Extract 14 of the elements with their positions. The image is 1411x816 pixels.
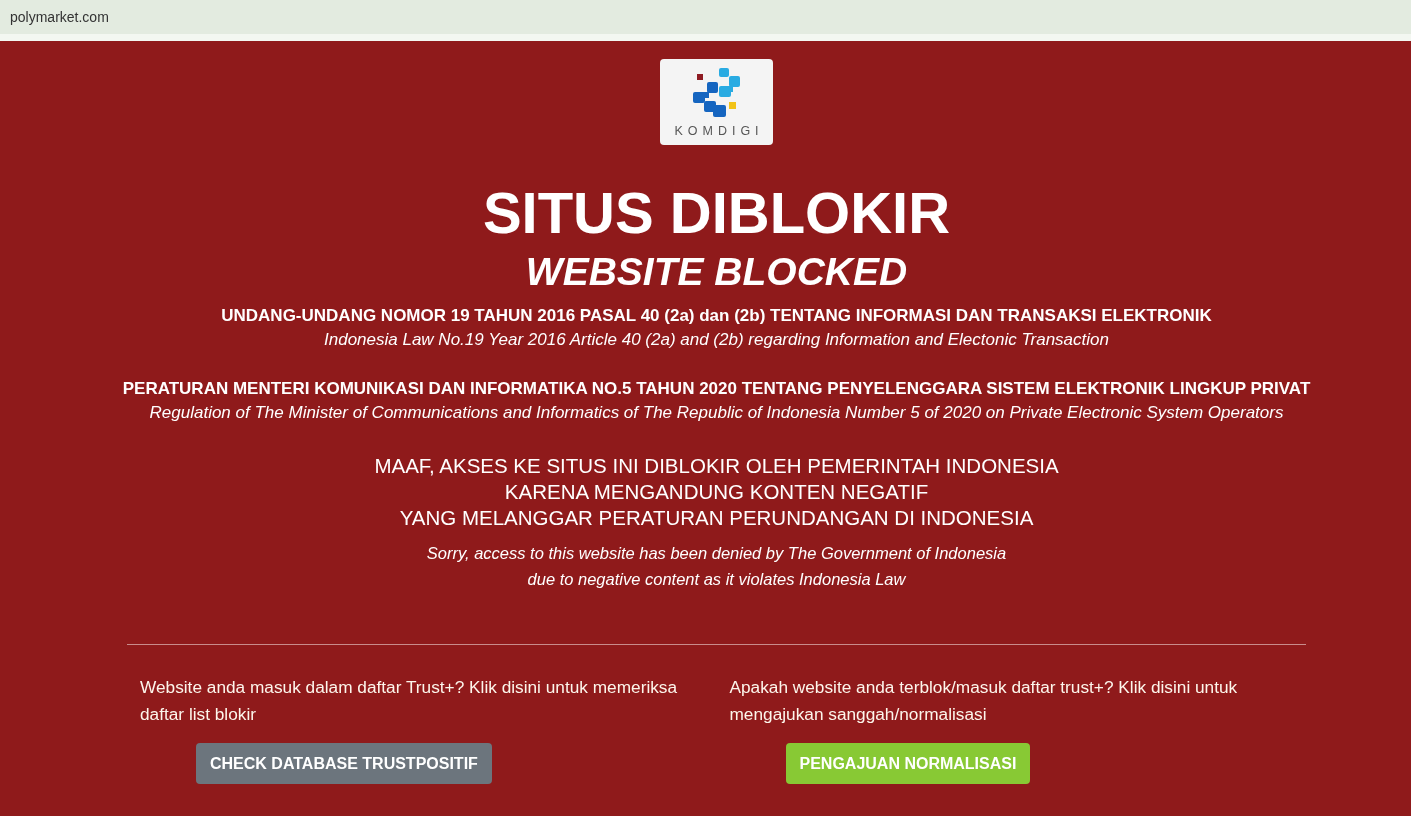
- check-database-button[interactable]: CHECK DATABASE TRUSTPOSITIF: [196, 743, 492, 784]
- block-message: MAAF, AKSES KE SITUS INI DIBLOKIR OLEH PEMERINTAH INDONESIA KARENA MENGANDUNG KONTEN NEGATIF YANG MELANGGAR PERATURAN PERUNDANGAN DI INDONESIA: [374, 453, 1059, 531]
- page-title: SITUS DIBLOKIR: [482, 181, 951, 245]
- page-subtitle: WEBSITE BLOCKED: [525, 249, 908, 295]
- address-bar[interactable]: polymarket.com: [0, 0, 1411, 41]
- law-title: PERATURAN MENTERI KOMUNIKASI DAN INFORMATIKA NO.5 TAHUN 2020 TENTANG PENYELENGGARA SISTEM ELEKTRONIK LINGKUP PRIVAT: [122, 378, 1311, 400]
- law-translation: Indonesia Law No.19 Year 2016 Article 40 (2a) and (2b) regarding Information and Electonic Transaction: [324, 329, 1109, 351]
- logo-icon: [693, 68, 740, 117]
- block-message-translation: Sorry, access to this website has been denied by The Government of Indonesia due to negative content as it violates Indonesia Law: [426, 543, 1007, 590]
- action-description: Website anda masuk dalam daftar Trust+? Klik disini untuk memeriksa daftar list blokir: [140, 676, 679, 726]
- logo-text: KOMDIGI: [673, 124, 764, 138]
- law-translation: Regulation of The Minister of Communications and Informatics of The Republic of Indonesia Number 5 of 2020 on Private Electronic System Operators: [149, 402, 1284, 424]
- law-title: UNDANG-UNDANG NOMOR 19 TAHUN 2016 PASAL 40 (2a) dan (2b) TENTANG INFORMASI DAN TRANSAKSI ELEKTRONIK: [221, 305, 1212, 327]
- action-description: Apakah website anda terblok/masuk daftar trust+? Klik disini untuk mengajukan sanggah/normalisasi: [729, 676, 1239, 726]
